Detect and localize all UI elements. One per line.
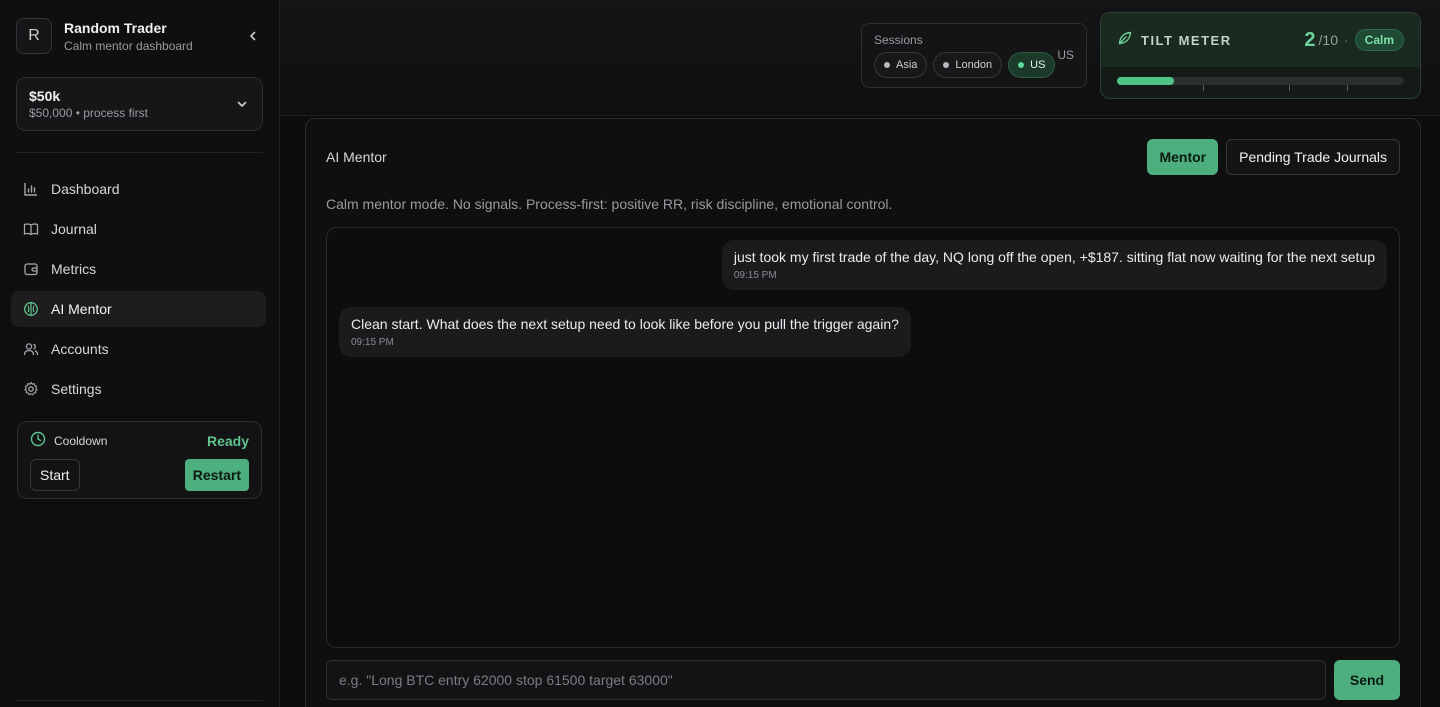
status-badge: Calm xyxy=(1354,29,1404,51)
tab-mentor[interactable]: Mentor xyxy=(1147,139,1219,175)
sessions-label: Sessions xyxy=(874,33,923,47)
account-info: $50k $50,000 • process first xyxy=(29,88,236,120)
clock-icon xyxy=(30,431,46,452)
cooldown-label: Cooldown xyxy=(54,434,108,448)
message-timestamp: 09:15 PM xyxy=(733,270,777,281)
status-dot-icon xyxy=(943,62,950,68)
cooldown-actions: Start Restart xyxy=(30,459,249,491)
cooldown-card: Cooldown Ready Start Restart xyxy=(17,421,262,499)
book-icon xyxy=(23,221,39,237)
message-input[interactable] xyxy=(326,660,1326,700)
account-subtitle: $50,000 • process first xyxy=(29,106,148,120)
sidebar-item-ai-mentor[interactable]: AI Mentor xyxy=(11,291,266,327)
sessions-widget: Sessions Asia London US US xyxy=(861,23,1087,88)
session-chip-label: London xyxy=(955,59,993,71)
tilt-meter: TILT METER 2 /10 · Calm xyxy=(1100,12,1421,99)
account-selector[interactable]: $50k $50,000 • process first xyxy=(16,77,263,131)
app-root: R Random Trader Calm mentor dashboard $5… xyxy=(0,0,1440,707)
session-chip-label: US xyxy=(1030,59,1046,71)
tilt-score: 2 xyxy=(1304,28,1316,51)
session-chip-label: Asia xyxy=(896,59,918,71)
start-cooldown-button[interactable]: Start xyxy=(30,459,80,491)
sidebar-footer-divider xyxy=(16,700,263,701)
panel-header: AI Mentor Mentor Pending Trade Journals xyxy=(306,119,1420,175)
wallet-icon xyxy=(23,261,39,277)
sidebar-item-label: Settings xyxy=(51,381,102,397)
account-title: $50k xyxy=(29,88,61,104)
tab-pending-trade-journals[interactable]: Pending Trade Journals xyxy=(1226,139,1400,175)
cooldown-header: Cooldown Ready xyxy=(30,431,249,452)
sidebar-item-label: Dashboard xyxy=(51,181,120,197)
sidebar-item-journal[interactable]: Journal xyxy=(11,211,266,247)
main-content: Sessions Asia London US US TILT METER 2 … xyxy=(280,0,1440,707)
ai-mentor-panel: AI Mentor Mentor Pending Trade Journals … xyxy=(305,118,1421,707)
gear-icon xyxy=(23,381,39,397)
tilt-track xyxy=(1117,77,1404,91)
user-message: just took my first trade of the day, NQ … xyxy=(721,240,1387,290)
tilt-tick xyxy=(1346,85,1348,91)
message-timestamp: 09:15 PM xyxy=(351,337,394,348)
profile-header: R Random Trader Calm mentor dashboard xyxy=(16,0,263,72)
tilt-bar xyxy=(1101,67,1420,98)
sidebar-item-label: Metrics xyxy=(51,261,97,277)
profile-subtitle: Calm mentor dashboard xyxy=(64,38,193,53)
message-text: just took my first trade of the day, NQ … xyxy=(733,249,1375,265)
session-chip-london[interactable]: London xyxy=(933,52,1003,78)
tilt-max: /10 xyxy=(1318,32,1338,48)
brain-icon xyxy=(23,301,39,317)
sidebar-nav: Dashboard Journal Metrics AI Mentor Acco… xyxy=(11,171,266,407)
top-bar: Sessions Asia London US US TILT METER 2 … xyxy=(280,0,1440,116)
tilt-separator: · xyxy=(1343,32,1349,48)
tilt-meter-header: TILT METER 2 /10 · Calm xyxy=(1101,13,1420,67)
avatar[interactable]: R xyxy=(16,18,52,54)
status-dot-icon xyxy=(1018,62,1025,68)
sidebar-item-metrics[interactable]: Metrics xyxy=(11,251,266,287)
chevron-down-icon xyxy=(237,101,247,107)
profile-info: Random Trader Calm mentor dashboard xyxy=(64,20,243,53)
cooldown-status: Ready xyxy=(206,433,249,449)
users-icon xyxy=(23,341,39,357)
sidebar-item-accounts[interactable]: Accounts xyxy=(11,331,266,367)
leaf-icon xyxy=(1117,30,1133,51)
session-chip-asia[interactable]: Asia xyxy=(874,52,928,78)
sidebar-item-dashboard[interactable]: Dashboard xyxy=(11,171,266,207)
tilt-meter-title: TILT METER xyxy=(1141,32,1232,48)
message-text: Clean start. What does the next setup ne… xyxy=(351,316,899,332)
tilt-fill xyxy=(1117,77,1175,85)
sidebar-item-label: AI Mentor xyxy=(51,301,112,317)
tilt-tick xyxy=(1203,85,1205,91)
sidebar-item-label: Journal xyxy=(51,221,97,237)
mentor-message: Clean start. What does the next setup ne… xyxy=(339,307,911,357)
bar-chart-icon xyxy=(23,181,39,197)
sidebar-item-settings[interactable]: Settings xyxy=(11,371,266,407)
panel-description: Calm mentor mode. No signals. Process-fi… xyxy=(326,196,893,212)
chevron-left-icon xyxy=(250,31,256,41)
session-chip-us[interactable]: US xyxy=(1008,52,1056,78)
current-session: US xyxy=(1057,48,1074,62)
tilt-tick xyxy=(1289,85,1291,91)
profile-name: Random Trader xyxy=(64,19,167,36)
restart-cooldown-button[interactable]: Restart xyxy=(184,459,249,491)
status-dot-icon xyxy=(884,62,890,68)
send-button[interactable]: Send xyxy=(1334,660,1400,700)
chat-thread[interactable]: just took my first trade of the day, NQ … xyxy=(326,227,1400,648)
sidebar-divider xyxy=(16,152,263,153)
panel-title: AI Mentor xyxy=(326,149,387,165)
sidebar-item-label: Accounts xyxy=(51,341,109,357)
collapse-sidebar-button[interactable] xyxy=(243,26,263,46)
session-chips: Asia London US xyxy=(874,52,1074,78)
sidebar: R Random Trader Calm mentor dashboard $5… xyxy=(0,0,280,707)
